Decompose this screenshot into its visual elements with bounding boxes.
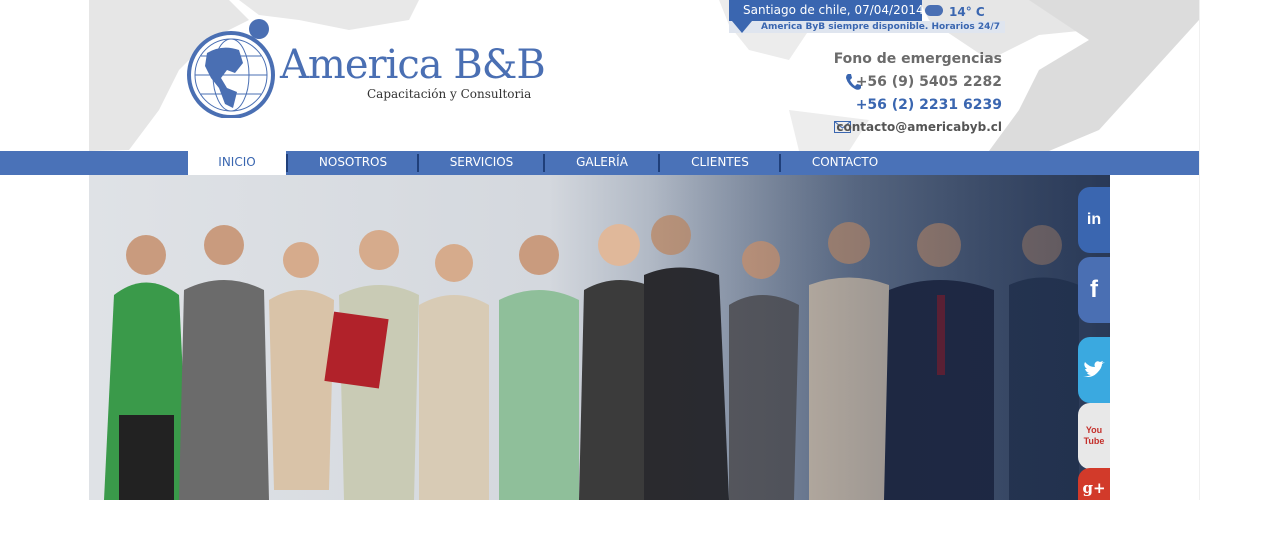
hero-banner-image xyxy=(89,175,1110,500)
linkedin-button[interactable]: in xyxy=(1078,187,1110,253)
googleplus-icon: g+ xyxy=(1078,468,1110,500)
nav-item-inicio[interactable]: INICIO xyxy=(188,151,286,175)
weather-notice: America ByB siempre disponible. Horarios… xyxy=(729,21,1005,33)
business-team-photo xyxy=(89,175,1110,500)
googleplus-button[interactable]: g+ xyxy=(1078,468,1110,500)
brand-tagline: Capacitación y Consultoria xyxy=(367,87,532,101)
globe-logo-icon xyxy=(187,19,275,118)
youtube-icon: You Tube xyxy=(1078,403,1110,469)
brand-name: America B&B xyxy=(280,42,546,88)
youtube-button[interactable]: You Tube xyxy=(1078,403,1110,469)
twitter-button[interactable] xyxy=(1078,337,1110,403)
facebook-button[interactable]: f xyxy=(1078,257,1110,323)
linkedin-icon: in xyxy=(1078,187,1110,253)
nav-item-galeria[interactable]: GALERÍA xyxy=(545,151,659,175)
weather-marker-icon xyxy=(732,21,752,33)
nav-item-contacto[interactable]: CONTACTO xyxy=(781,151,909,175)
nav-item-servicios[interactable]: SERVICIOS xyxy=(419,151,544,175)
emergency-label: Fono de emergencias xyxy=(833,51,1002,67)
weather-widget: Santiago de chile, 07/04/2014 14° C Amer… xyxy=(729,0,1005,34)
nav-item-nosotros[interactable]: NOSOTROS xyxy=(288,151,418,175)
weather-location-date: Santiago de chile, 07/04/2014 xyxy=(729,0,924,21)
main-nav: INICIO NOSOTROS SERVICIOS GALERÍA CLIENT… xyxy=(0,151,1199,175)
phone-number-2[interactable]: +56 (2) 2231 6239 xyxy=(856,97,1002,113)
cloud-icon xyxy=(925,5,943,16)
weather-temperature: 14° C xyxy=(949,5,985,19)
email-link[interactable]: contacto@americabyb.cl xyxy=(836,120,1002,134)
facebook-icon: f xyxy=(1078,257,1110,323)
twitter-icon xyxy=(1078,337,1110,403)
nav-item-clientes[interactable]: CLIENTES xyxy=(660,151,780,175)
phone-number-1[interactable]: +56 (9) 5405 2282 xyxy=(856,74,1002,90)
page-edge-rule xyxy=(1199,0,1200,500)
